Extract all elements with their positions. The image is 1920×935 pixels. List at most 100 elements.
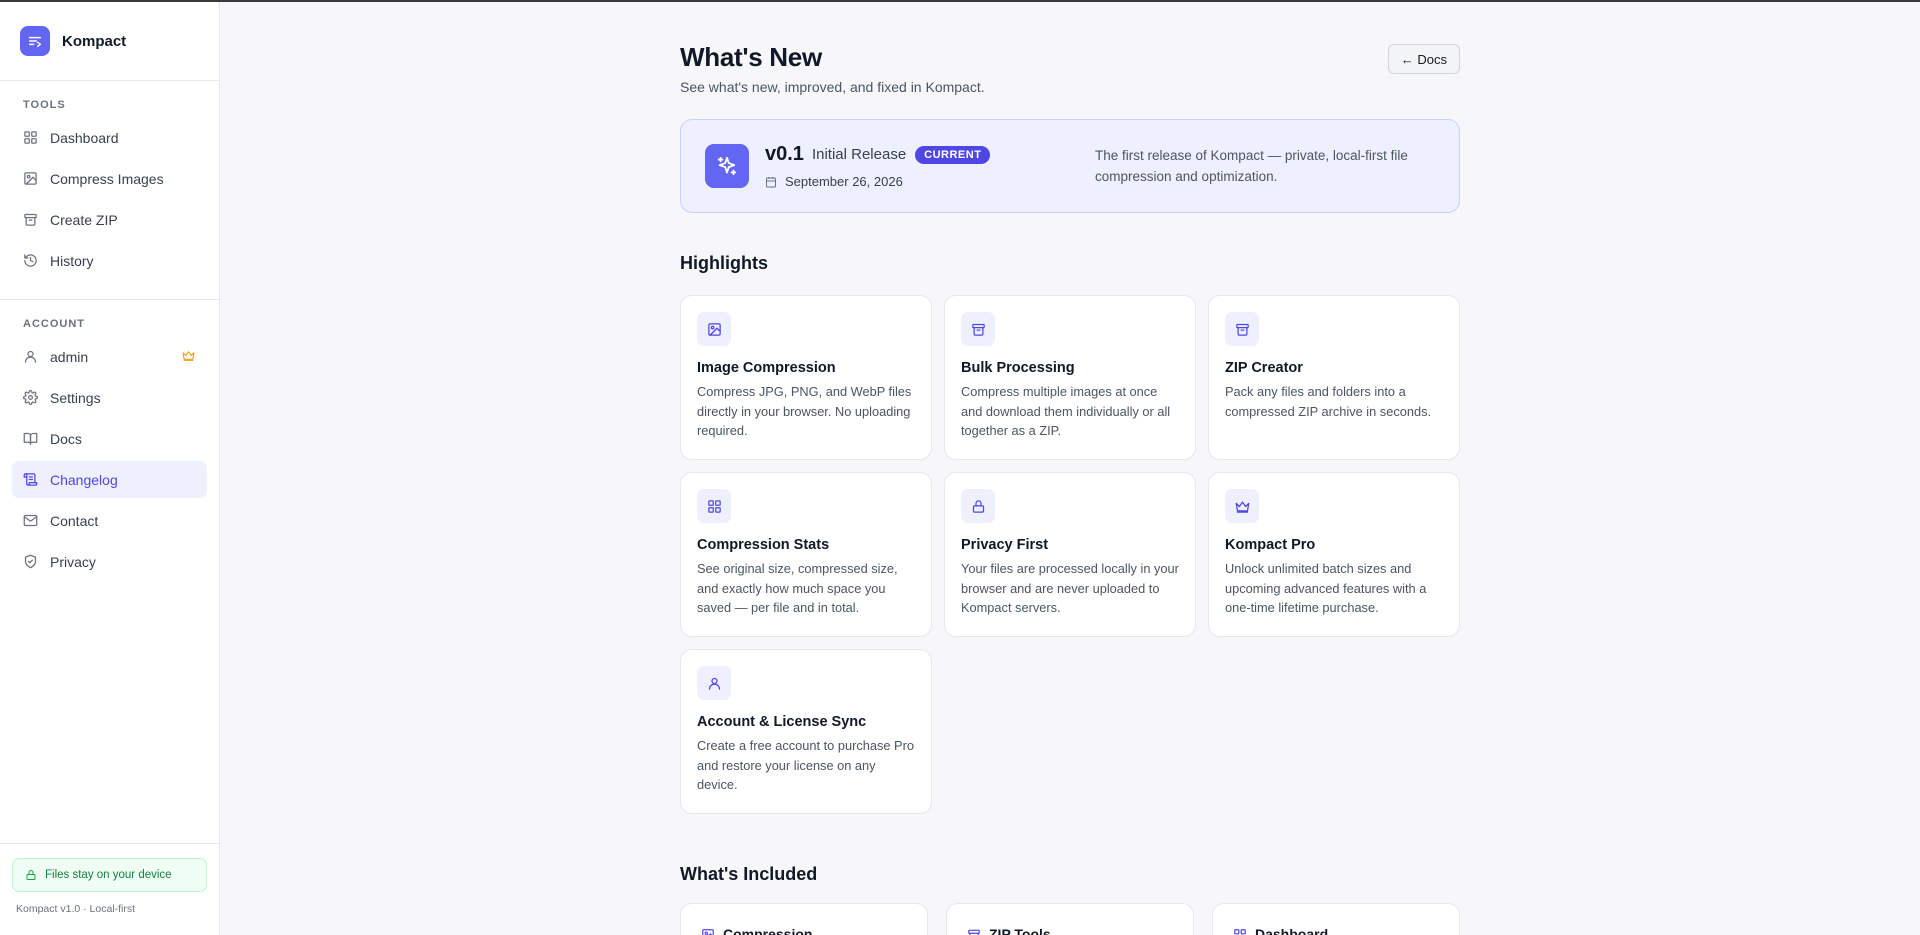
included-label: Dashboard [1255, 926, 1329, 935]
release-version: v0.1 [765, 143, 804, 165]
sidebar-item-label: Compress Images [50, 170, 164, 187]
crown-icon [1225, 489, 1259, 523]
mail-icon [23, 513, 38, 528]
sparkles-icon [705, 144, 749, 188]
sidebar-item-changelog[interactable]: Changelog [12, 461, 207, 498]
sidebar-item-history[interactable]: History [12, 242, 207, 279]
archive-icon [967, 928, 981, 935]
included-grid: Compression ZIP Tools Dashboard [680, 903, 1460, 935]
crown-icon [182, 349, 195, 365]
highlight-title: Privacy First [961, 537, 1049, 553]
archive-icon [961, 312, 995, 346]
highlight-card: Bulk Processing Compress multiple images… [944, 295, 1196, 460]
book-icon [23, 431, 38, 446]
shield-icon [23, 554, 38, 569]
highlight-description: Unlock unlimited batch sizes and upcomin… [1225, 561, 1427, 615]
section-label-account: ACCOUNT [23, 318, 85, 330]
scroll-icon [23, 472, 38, 487]
sidebar-item-label: Create ZIP [50, 211, 118, 228]
sidebar-item-privacy[interactable]: Privacy [12, 543, 207, 580]
main-content: What's New See what's new, improved, and… [680, 42, 1460, 935]
included-title: What's Included [680, 864, 818, 884]
sidebar-item-dashboard[interactable]: Dashboard [12, 119, 207, 156]
kompact-logo-icon [20, 26, 50, 56]
highlight-description: Your files are processed locally in your… [961, 561, 1179, 615]
dashboard-icon [23, 130, 38, 145]
included-card: ZIP Tools [946, 903, 1194, 935]
sidebar-item-label: Contact [50, 512, 99, 529]
highlights-title: Highlights [680, 253, 768, 273]
included-card: Compression [680, 903, 928, 935]
sidebar-item-label: History [50, 252, 94, 269]
highlight-title: Image Compression [697, 360, 836, 376]
highlight-description: Pack any files and folders into a compre… [1225, 384, 1432, 419]
user-icon [697, 666, 731, 700]
image-icon [697, 312, 731, 346]
sidebar-footer: Files stay on your device Kompact v1.0 ·… [0, 843, 219, 935]
highlight-title: Bulk Processing [961, 360, 1075, 376]
nav-tools: TOOLS Dashboard Compress Images Create Z… [0, 99, 219, 279]
release-description: The first release of Kompact — private, … [1095, 148, 1408, 184]
gear-icon [23, 390, 38, 405]
highlight-card: ZIP Creator Pack any files and folders i… [1208, 295, 1460, 460]
sidebar-item-label: admin [50, 348, 89, 365]
page-title: What's New [680, 42, 822, 72]
highlight-description: Create a free account to purchase Pro an… [697, 738, 914, 792]
highlight-title: ZIP Creator [1225, 360, 1303, 376]
highlight-description: Compress JPG, PNG, and WebP files direct… [697, 384, 912, 438]
sidebar-item-contact[interactable]: Contact [12, 502, 207, 539]
dashboard-icon [1233, 928, 1247, 935]
highlight-card: Kompact Pro Unlock unlimited batch sizes… [1208, 472, 1460, 637]
sidebar-item-compress-images[interactable]: Compress Images [12, 160, 207, 197]
sidebar-item-settings[interactable]: Settings [12, 379, 207, 416]
lock-icon [961, 489, 995, 523]
lock-icon [25, 869, 37, 881]
sidebar-item-label: Docs [50, 430, 82, 447]
included-label: Compression [723, 926, 813, 935]
highlight-title: Account & License Sync [697, 714, 867, 730]
sidebar-item-label: Changelog [50, 471, 118, 488]
image-icon [701, 928, 715, 935]
page-header: What's New See what's new, improved, and… [680, 42, 1460, 95]
nav-account: ACCOUNT admin Settings Docs Changelog Co… [0, 318, 219, 580]
sidebar-item-create-zip[interactable]: Create ZIP [12, 201, 207, 238]
sidebar-item-admin[interactable]: admin [12, 338, 207, 375]
sidebar-divider [0, 299, 219, 300]
highlight-card: Compression Stats See original size, com… [680, 472, 932, 637]
sidebar-item-label: Dashboard [50, 129, 119, 146]
section-label-tools: TOOLS [23, 99, 66, 111]
calendar-icon [765, 176, 777, 188]
app-version: Kompact v1.0 · Local-first [16, 903, 136, 915]
archive-icon [1225, 312, 1259, 346]
history-icon [23, 253, 38, 268]
highlight-description: Compress multiple images at once and dow… [961, 384, 1171, 438]
highlight-title: Kompact Pro [1225, 537, 1316, 553]
dashboard-icon [697, 489, 731, 523]
release-name: Initial Release [811, 146, 907, 163]
archive-icon [23, 212, 38, 227]
highlight-card: Privacy First Your files are processed l… [944, 472, 1196, 637]
page-subtitle: See what's new, improved, and fixed in K… [680, 79, 985, 95]
user-icon [23, 349, 38, 364]
sidebar-item-docs[interactable]: Docs [12, 420, 207, 457]
device-badge-text: Files stay on your device [45, 869, 172, 881]
release-date: September 26, 2026 [765, 174, 990, 189]
brand[interactable]: Kompact [0, 2, 219, 81]
release-card: v0.1 Initial Release CURRENT September 2… [680, 119, 1460, 213]
sidebar-item-label: Privacy [50, 553, 96, 570]
included-label: ZIP Tools [989, 926, 1051, 935]
included-card: Dashboard [1212, 903, 1460, 935]
highlight-title: Compression Stats [697, 537, 830, 553]
release-date-text: September 26, 2026 [785, 174, 903, 189]
sidebar: Kompact TOOLS Dashboard Compress Images … [0, 2, 220, 935]
image-icon [23, 171, 38, 186]
back-to-docs-button[interactable]: ← Docs [1387, 44, 1460, 74]
highlights-grid: Image Compression Compress JPG, PNG, and… [680, 295, 1460, 814]
highlight-description: See original size, compressed size, and … [697, 561, 898, 615]
device-privacy-badge: Files stay on your device [12, 858, 207, 892]
current-badge: CURRENT [915, 145, 991, 164]
highlight-card: Account & License Sync Create a free acc… [680, 649, 932, 814]
sidebar-item-label: Settings [50, 389, 101, 406]
highlight-card: Image Compression Compress JPG, PNG, and… [680, 295, 932, 460]
brand-name: Kompact [62, 32, 127, 50]
